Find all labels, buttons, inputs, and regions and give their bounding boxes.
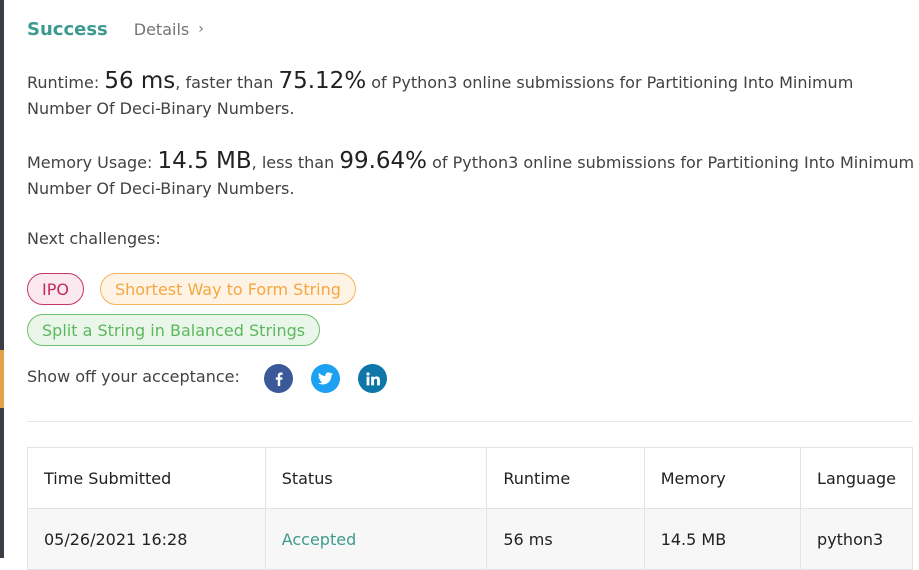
window-edge: [0, 0, 4, 558]
cell-time-submitted: 05/26/2021 16:28: [27, 508, 266, 570]
runtime-stat: Runtime: 56 ms, faster than 75.12% of Py…: [27, 68, 917, 122]
chevron-right-icon: ›: [198, 21, 204, 37]
twitter-icon: [318, 372, 333, 385]
memory-percent: 99.64%: [339, 148, 428, 174]
twitter-share-button[interactable]: [311, 364, 340, 393]
details-label: Details: [133, 19, 190, 39]
window-edge-accent: [0, 350, 4, 408]
column-header-time[interactable]: Time Submitted: [27, 447, 266, 509]
column-header-language[interactable]: Language: [800, 447, 913, 509]
result-status: Success: [27, 18, 108, 40]
memory-comparison: , less than: [251, 153, 335, 172]
runtime-percent: 75.12%: [278, 68, 367, 94]
cell-memory: 14.5 MB: [643, 508, 802, 570]
memory-label: Memory Usage:: [27, 153, 153, 172]
linkedin-icon: [365, 371, 380, 385]
challenge-tag-shortest-way[interactable]: Shortest Way to Form String: [100, 273, 356, 305]
table-header-row: Time Submitted Status Runtime Memory Lan…: [27, 447, 913, 509]
linkedin-share-button[interactable]: [358, 364, 387, 393]
submission-result-panel: Success Details › Runtime: 56 ms, faster…: [27, 0, 914, 570]
runtime-label: Runtime:: [27, 73, 100, 92]
share-label: Show off your acceptance:: [27, 367, 240, 386]
details-link[interactable]: Details ›: [134, 20, 204, 39]
cell-runtime: 56 ms: [486, 508, 645, 570]
column-header-runtime[interactable]: Runtime: [486, 447, 645, 509]
cell-language: python3: [800, 508, 913, 570]
runtime-value: 56 ms: [104, 68, 176, 94]
cell-status-link[interactable]: Accepted: [264, 508, 488, 570]
challenge-tag-split-string[interactable]: Split a String in Balanced Strings: [27, 314, 321, 346]
submissions-table: Time Submitted Status Runtime Memory Lan…: [27, 447, 913, 570]
next-challenges-label: Next challenges:: [27, 229, 161, 248]
column-header-status[interactable]: Status: [264, 447, 488, 509]
memory-stat: Memory Usage: 14.5 MB, less than 99.64% …: [27, 148, 917, 202]
challenge-tag-ipo[interactable]: IPO: [27, 273, 84, 305]
memory-value: 14.5 MB: [157, 148, 252, 174]
table-row: 05/26/2021 16:28 Accepted 56 ms 14.5 MB …: [27, 508, 913, 570]
runtime-comparison: , faster than: [175, 73, 274, 92]
facebook-icon: [275, 372, 283, 386]
facebook-share-button[interactable]: [264, 364, 293, 393]
section-divider: [27, 421, 913, 422]
column-header-memory[interactable]: Memory: [643, 447, 802, 509]
result-header: Success Details ›: [27, 16, 204, 42]
